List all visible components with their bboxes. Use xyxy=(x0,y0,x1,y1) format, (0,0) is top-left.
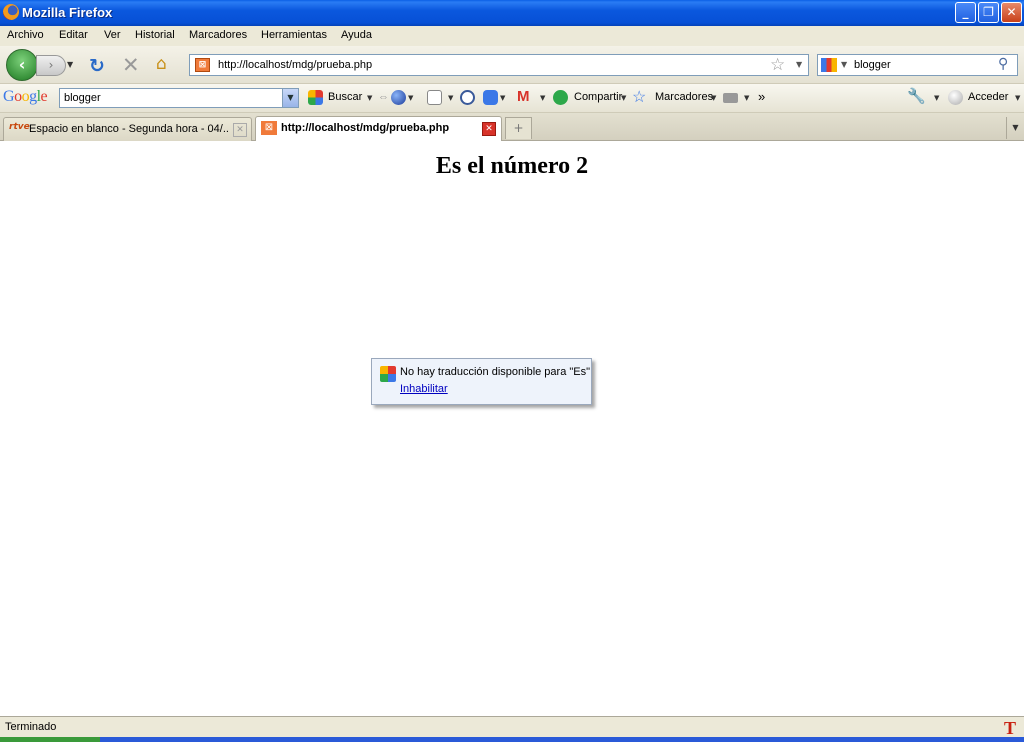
url-bar[interactable]: ⊠ http://localhost/mdg/prueba.php ☆ ▼ xyxy=(189,54,809,76)
stop-icon[interactable]: ✕ xyxy=(122,53,140,77)
plus-dropdown-icon[interactable]: ▼ xyxy=(500,94,505,102)
compartir-button[interactable]: Compartir xyxy=(574,91,622,103)
title-bar: Mozilla Firefox _ ❐ ✕ xyxy=(0,0,1024,26)
status-text: Terminado xyxy=(5,721,57,733)
menu-marcadores[interactable]: Marcadores xyxy=(189,29,247,41)
close-tab-icon[interactable]: ✕ xyxy=(482,122,496,136)
tab-prueba-php[interactable]: ⊠ http://localhost/mdg/prueba.php ✕ xyxy=(255,116,502,142)
plus-icon[interactable] xyxy=(483,90,498,105)
google-search-field[interactable]: blogger ▼ xyxy=(59,88,299,108)
url-dropdown-icon[interactable]: ▼ xyxy=(796,60,802,69)
translation-popup: No hay traducción disponible para "Es" I… xyxy=(371,358,592,405)
new-tab-button[interactable]: + xyxy=(505,117,532,139)
search-box[interactable]: ▼ blogger ⚲ xyxy=(817,54,1018,76)
google-translate-icon xyxy=(380,366,396,382)
disable-translation-link[interactable]: Inhabilitar xyxy=(400,383,448,395)
buscar-dropdown-icon[interactable]: ▼ xyxy=(367,94,372,102)
engine-dropdown-icon[interactable]: ▼ xyxy=(841,60,847,69)
google-search-icon[interactable] xyxy=(308,90,323,105)
tab-espacio-en-blanco[interactable]: rtve Espacio en blanco - Segunda hora - … xyxy=(3,117,252,141)
globe-dropdown-icon[interactable]: ▼ xyxy=(408,94,413,102)
menu-ayuda[interactable]: Ayuda xyxy=(341,29,372,41)
rtve-favicon-icon: rtve xyxy=(9,122,30,132)
search-input[interactable]: blogger xyxy=(854,59,891,71)
magnifier-icon[interactable]: ⚲ xyxy=(998,56,1008,72)
popup-dropdown-icon[interactable]: ▼ xyxy=(448,94,453,102)
compartir-dropdown-icon[interactable]: ▼ xyxy=(621,94,626,102)
menu-ver[interactable]: Ver xyxy=(104,29,121,41)
page-content: Es el número 2 No hay traducción disponi… xyxy=(0,141,1024,716)
keyboard-icon[interactable] xyxy=(723,93,738,103)
maximize-button[interactable]: ❐ xyxy=(978,2,999,23)
status-addon-icon[interactable]: T xyxy=(1004,718,1016,739)
back-arrow-icon[interactable]: ‹ xyxy=(6,49,38,81)
acceder-dropdown-icon[interactable]: ▼ xyxy=(1015,94,1020,102)
gmail-icon[interactable]: M xyxy=(517,88,530,105)
tab-strip: rtve Espacio en blanco - Segunda hora - … xyxy=(0,113,1024,142)
google-toolbar: Google blogger ▼ Buscar ▼ ⇔ ▼ ▼ ▼ M ▼ Co… xyxy=(0,84,1024,113)
bookmark-star-icon[interactable]: ☆ xyxy=(632,87,646,107)
status-bar: Terminado T xyxy=(0,716,1024,739)
menu-bar: Archivo Editar Ver Historial Marcadores … xyxy=(0,26,1024,46)
wrench-icon[interactable]: 🔧 xyxy=(907,87,926,105)
page-heading: Es el número 2 xyxy=(435,153,589,179)
buscar-button[interactable]: Buscar xyxy=(328,91,362,103)
google-search-dropdown-icon[interactable]: ▼ xyxy=(282,89,298,107)
menu-herramientas[interactable]: Herramientas xyxy=(261,29,327,41)
translation-message: No hay traducción disponible para "Es" xyxy=(400,366,591,378)
popup-blocker-icon[interactable] xyxy=(427,90,442,105)
minimize-button[interactable]: _ xyxy=(955,2,976,23)
site-favicon-icon: ⊠ xyxy=(195,58,210,72)
site-favicon-icon: ⊠ xyxy=(261,121,277,135)
tab-label: http://localhost/mdg/prueba.php xyxy=(281,122,450,134)
globe-icon[interactable] xyxy=(391,90,406,105)
close-tab-icon[interactable]: ✕ xyxy=(233,123,247,137)
more-tools-button[interactable]: » xyxy=(758,89,765,104)
reload-icon[interactable]: ↻ xyxy=(89,55,105,77)
window-title: Mozilla Firefox xyxy=(22,5,113,20)
taskbar-edge xyxy=(0,737,1024,742)
forward-arrow-icon[interactable]: › xyxy=(36,55,66,76)
firefox-logo-icon xyxy=(3,4,19,20)
google-engine-icon[interactable] xyxy=(821,58,837,72)
google-search-value[interactable]: blogger xyxy=(64,92,101,104)
navigation-toolbar: ‹ › ▼ ↻ ✕ ⌂ ⊠ http://localhost/mdg/prueb… xyxy=(0,46,1024,84)
marcadores-dropdown-icon[interactable]: ▼ xyxy=(711,94,716,102)
keyboard-dropdown-icon[interactable]: ▼ xyxy=(744,94,749,102)
marcadores-button[interactable]: Marcadores xyxy=(655,91,713,103)
resize-handle-icon[interactable]: ⇔ xyxy=(378,91,389,103)
acceder-button[interactable]: Acceder xyxy=(968,91,1008,103)
tab-label: Espacio en blanco - Segunda hora - 04/..… xyxy=(29,123,229,135)
google-logo: Google xyxy=(3,88,48,105)
signin-icon[interactable] xyxy=(948,90,963,105)
url-text[interactable]: http://localhost/mdg/prueba.php xyxy=(218,59,372,71)
gmail-dropdown-icon[interactable]: ▼ xyxy=(540,94,545,102)
menu-historial[interactable]: Historial xyxy=(135,29,175,41)
list-tabs-icon[interactable]: ▼ xyxy=(1006,117,1024,139)
home-icon[interactable]: ⌂ xyxy=(156,54,167,74)
star-icon[interactable]: ☆ xyxy=(770,55,785,75)
close-window-button[interactable]: ✕ xyxy=(1001,2,1022,23)
share-icon[interactable] xyxy=(553,90,568,105)
wrench-dropdown-icon[interactable]: ▼ xyxy=(934,94,939,102)
menu-archivo[interactable]: Archivo xyxy=(7,29,44,41)
clock-icon[interactable] xyxy=(460,90,475,105)
history-dropdown-icon[interactable]: ▼ xyxy=(67,60,73,69)
menu-editar[interactable]: Editar xyxy=(59,29,88,41)
